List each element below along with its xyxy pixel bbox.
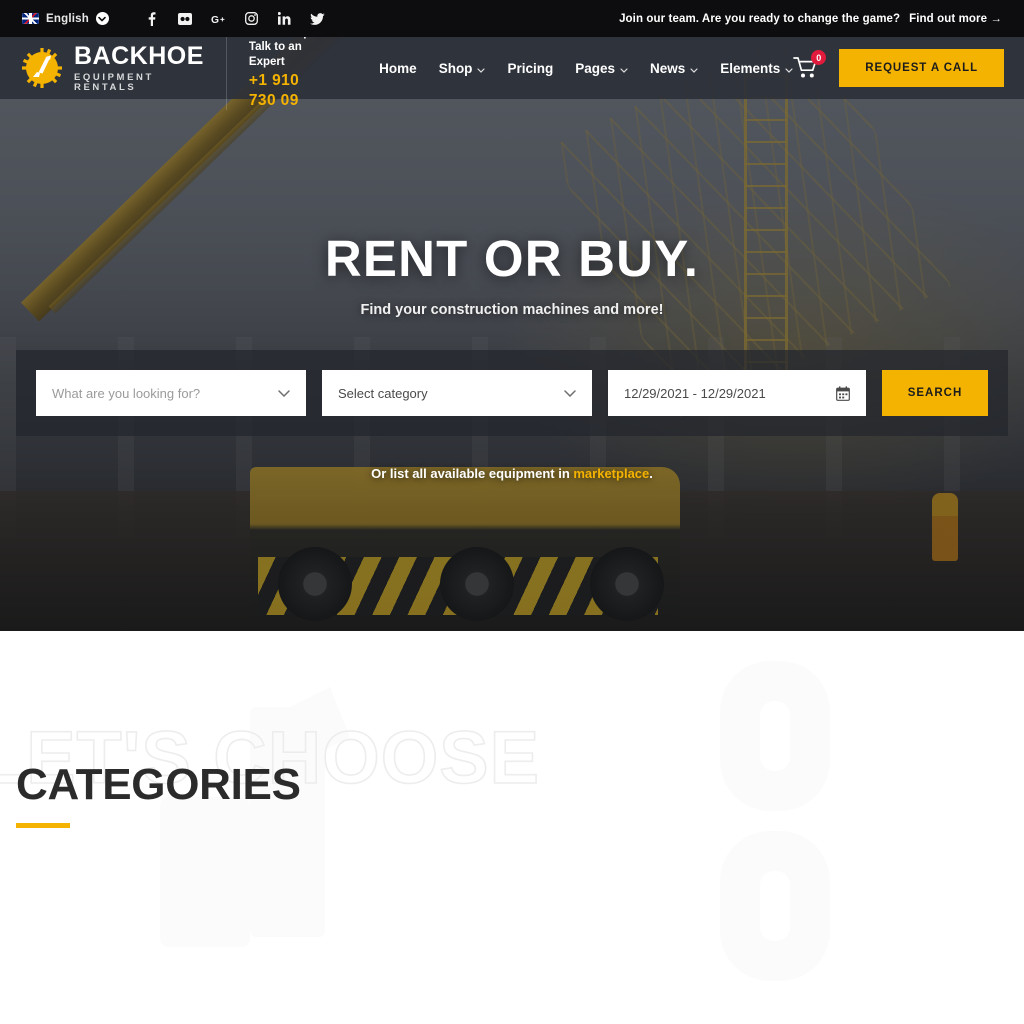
chevron-down-icon[interactable] (564, 389, 576, 397)
search-date-range-field[interactable]: 12/29/2021 - 12/29/2021 (608, 370, 866, 416)
cart-count-badge: 0 (811, 50, 827, 65)
hero-title: RENT OR BUY. (324, 230, 700, 287)
top-bar: English G Join our team. Are you ready t… (0, 0, 1024, 37)
search-button[interactable]: SEARCH (882, 370, 988, 416)
logo-subtitle: EQUIPMENT RENTALS (74, 72, 154, 93)
expert-label: Need I help? Talk to an Expert (248, 37, 317, 68)
nav-item-news[interactable]: News (650, 61, 698, 76)
chevron-down-icon[interactable] (278, 389, 290, 397)
nav-item-home[interactable]: Home (379, 61, 417, 76)
linkedin-icon[interactable] (277, 11, 292, 26)
cart-icon[interactable]: 0 (793, 50, 827, 80)
site-header: BACKHOE EQUIPMENT RENTALS Need I help? T… (0, 37, 1024, 110)
backhoe-gear-logo-icon (20, 46, 64, 90)
hero-section: BACKHOE EQUIPMENT RENTALS Need I help? T… (0, 37, 1024, 631)
expert-phone[interactable]: +1 910 730 09 (249, 71, 321, 110)
facebook-icon[interactable] (145, 11, 160, 26)
uk-flag-icon (22, 13, 39, 24)
chevron-down-icon (620, 61, 628, 76)
nav-item-pricing[interactable]: Pricing (507, 61, 553, 76)
title-underline (16, 823, 70, 828)
nav-item-elements[interactable]: Elements (720, 61, 793, 76)
chevron-down-icon (690, 61, 698, 76)
svg-text:G: G (211, 14, 219, 24)
search-category-value: Select category (338, 385, 428, 401)
calendar-icon[interactable] (836, 385, 850, 401)
logo[interactable]: BACKHOE EQUIPMENT RENTALS (20, 44, 204, 92)
marketplace-line: Or list all available equipment in marke… (0, 466, 1024, 481)
find-out-more-link[interactable]: Find out more → (909, 13, 1002, 25)
chevron-down-icon (477, 61, 486, 76)
expert-contact: Need I help? Talk to an Expert +1 910 73… (225, 37, 321, 110)
nav-label: Pages (575, 60, 615, 76)
marketplace-link[interactable]: marketplace (573, 466, 649, 481)
nav-label: Shop (438, 60, 473, 76)
marketplace-prefix: Or list all available equipment in (371, 466, 574, 481)
categories-section: LET'S CHOOSE CATEGORIES (0, 631, 1024, 999)
logo-title: BACKHOE (74, 42, 204, 70)
marketplace-suffix: . (649, 466, 653, 481)
nav-label: Home (379, 60, 417, 76)
promo-text: Join our team. Are you ready to change t… (619, 12, 901, 25)
twitter-icon[interactable] (309, 11, 325, 26)
hero-content: RENT OR BUY. Find your construction mach… (0, 229, 1024, 481)
language-selector[interactable]: English (22, 12, 109, 25)
search-keyword-placeholder: What are you looking for? (52, 385, 201, 401)
nav-item-pages[interactable]: Pages (575, 61, 628, 76)
categories-heading: CATEGORIES (0, 631, 1024, 828)
equipment-search-bar: What are you looking for? Select categor… (16, 350, 1008, 436)
search-keyword-field[interactable]: What are you looking for? (36, 370, 306, 416)
header-actions: 0 REQUEST A CALL (793, 49, 1004, 87)
search-date-range-value: 12/29/2021 - 12/29/2021 (624, 385, 766, 401)
chevron-down-icon (785, 61, 793, 76)
hero-subtitle: Find your construction machines and more… (360, 302, 664, 318)
language-label: English (46, 12, 89, 25)
flickr-icon[interactable] (178, 11, 193, 26)
nav-label: Elements (720, 60, 781, 76)
nav-label: Pricing (507, 60, 554, 76)
social-links: G (145, 11, 325, 26)
search-category-select[interactable]: Select category (322, 370, 592, 416)
request-a-call-button[interactable]: REQUEST A CALL (839, 49, 1004, 87)
page-title: CATEGORIES (16, 760, 301, 809)
instagram-icon[interactable] (244, 11, 259, 26)
nav-label: News (649, 60, 686, 76)
main-navigation: Home Shop Pricing Pages News Elements (379, 61, 793, 76)
topbar-promo: Join our team. Are you ready to change t… (619, 13, 1002, 25)
nav-item-shop[interactable]: Shop (439, 61, 486, 76)
chevron-down-circle-icon[interactable] (95, 12, 109, 25)
google-plus-icon[interactable]: G (211, 11, 226, 26)
